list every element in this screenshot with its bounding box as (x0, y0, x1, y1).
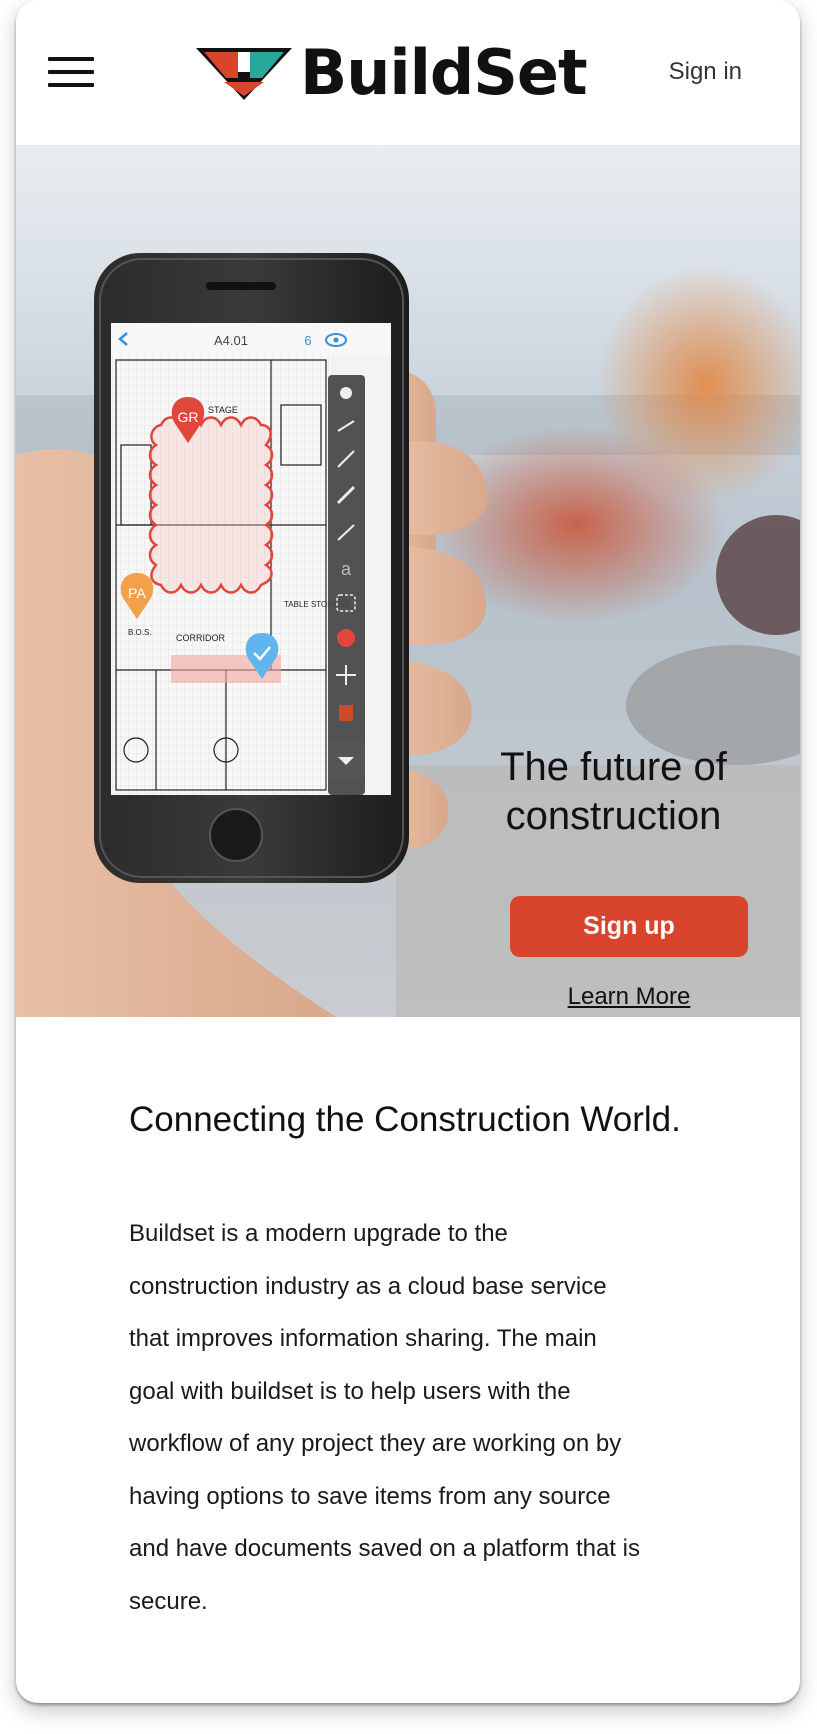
buildset-logo[interactable]: BuildSet (196, 38, 616, 108)
learn-more-link[interactable]: Learn More (510, 983, 748, 1011)
hero-section: A4.01 6 STAGE CORRIDOR TABLE STORAGE B.O… (16, 145, 800, 1017)
about-line: having options to save items from any so… (129, 1482, 611, 1510)
svg-text:a: a (341, 559, 352, 579)
pin-gr: GR (178, 409, 199, 425)
plan-label-bos: B.O.S. (128, 628, 152, 637)
top-header: BuildSet Sign in (16, 0, 800, 145)
sheet-count: 6 (304, 333, 311, 348)
sign-in-link[interactable]: Sign in (669, 58, 742, 86)
hero-title-line-2: construction (505, 794, 722, 838)
about-line: and have documents saved on a platform t… (129, 1535, 640, 1562)
plan-label-corridor: CORRIDOR (176, 633, 225, 643)
hero-title: The future of construction (461, 743, 766, 841)
about-line: Buildset is a modern upgrade to the (129, 1220, 508, 1247)
about-heading: Connecting the Construction World. (129, 1100, 681, 1139)
sign-up-button[interactable]: Sign up (510, 896, 748, 957)
about-line: goal with buildset is to help users with… (129, 1377, 571, 1405)
about-line: secure. (129, 1587, 208, 1615)
buildset-logo-icon (196, 48, 292, 100)
about-body: Buildset is a modern upgrade to the cons… (129, 1208, 719, 1628)
brand-name: BuildSet (300, 36, 588, 109)
hamburger-menu-icon[interactable] (48, 57, 94, 87)
page-frame: BuildSet Sign in A4.01 6 STAGE CORRIDOR … (16, 0, 800, 1703)
about-line: that improves information sharing. The m… (129, 1325, 597, 1352)
hero-background-image: A4.01 6 STAGE CORRIDOR TABLE STORAGE B.O… (16, 145, 800, 1017)
about-line: construction industry as a cloud base se… (129, 1272, 607, 1300)
about-line: workflow of any project they are working… (129, 1430, 622, 1457)
hero-title-line-1: The future of (500, 745, 727, 789)
pin-pa: PA (128, 585, 146, 601)
plan-label-stage: STAGE (208, 405, 238, 415)
sheet-title: A4.01 (214, 333, 248, 348)
